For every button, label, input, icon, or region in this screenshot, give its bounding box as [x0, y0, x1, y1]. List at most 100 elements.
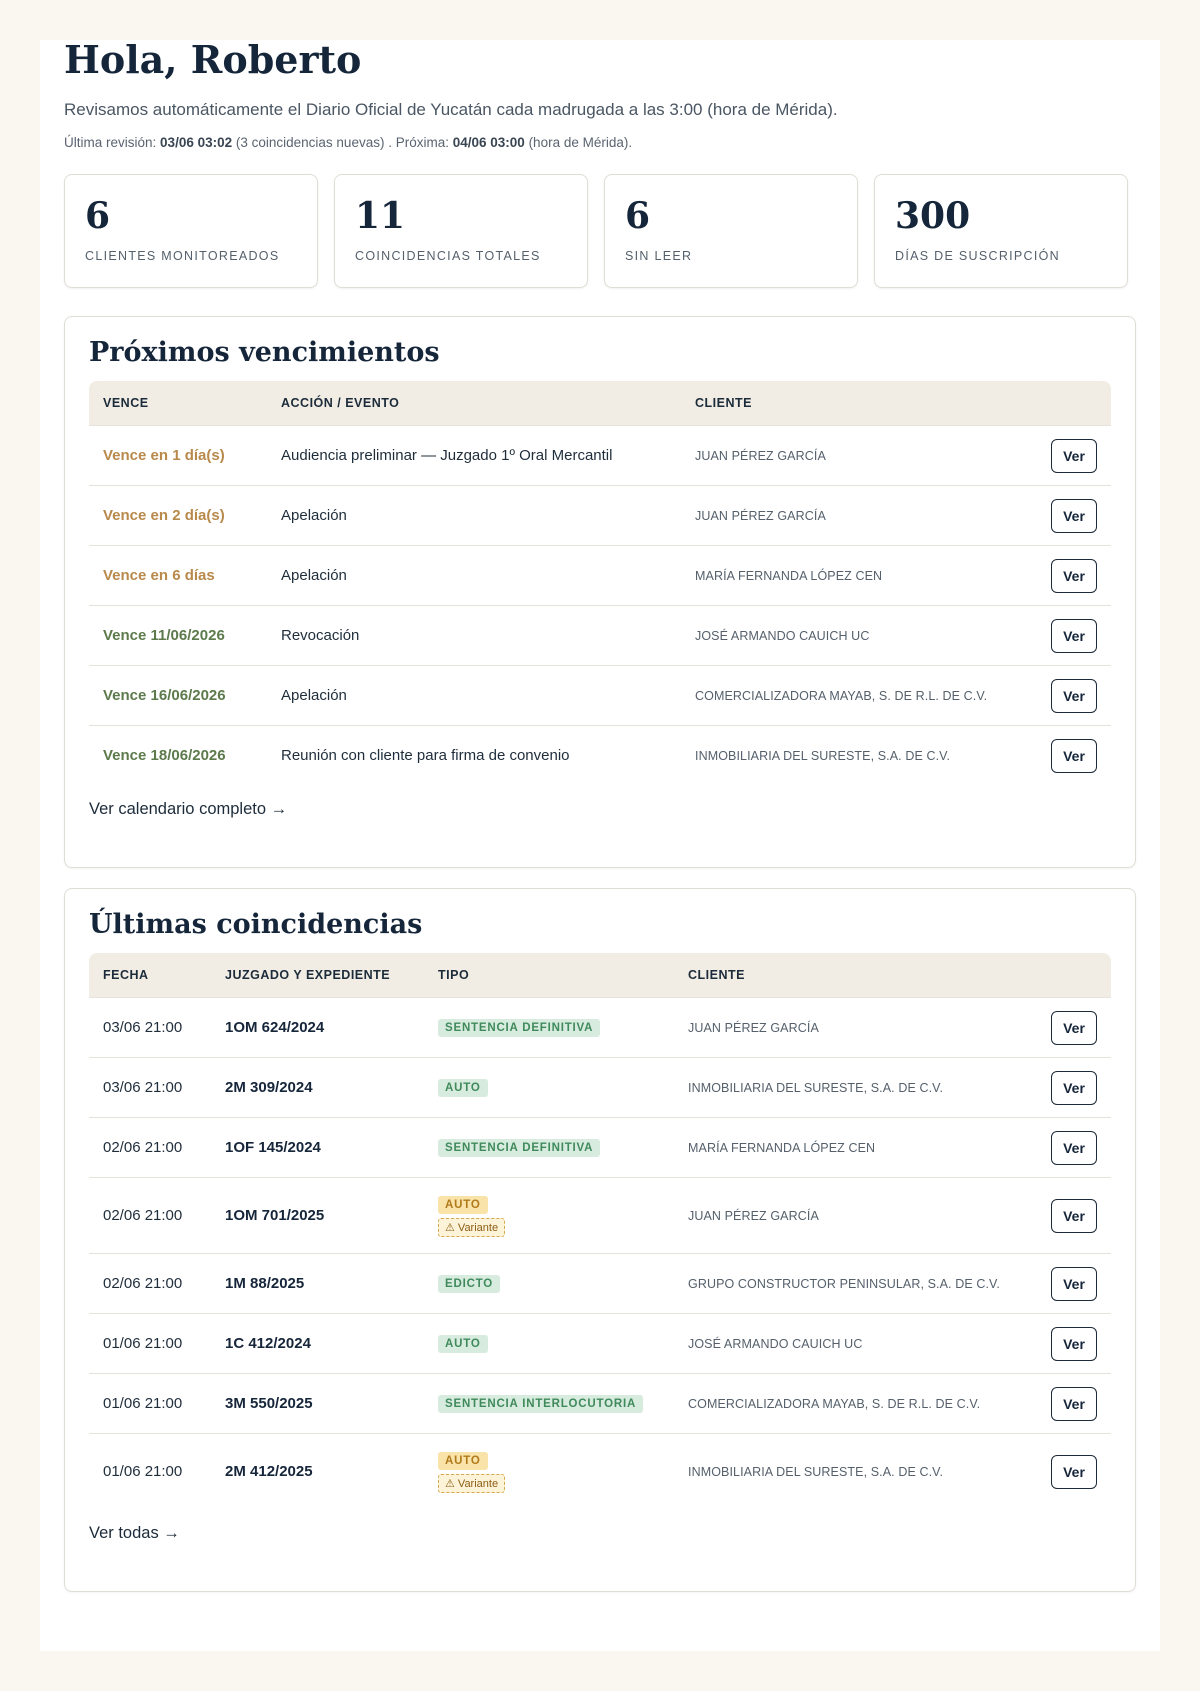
table-row: 02/06 21:00 1OF 145/2024 SENTENCIA DEFINIT…	[89, 1117, 1111, 1178]
variante-badge: ⚠ Variante	[438, 1217, 506, 1237]
cliente-cell: MARÍA FERNANDA LÓPEZ CEN	[674, 1117, 1037, 1178]
variante-badge: ⚠ Variante	[438, 1473, 506, 1493]
stat-label: SIN LEER	[625, 249, 693, 263]
table-row: Vence en 1 día(s) Audiencia preliminar — …	[89, 425, 1111, 486]
fecha-cell: 03/06 21:00	[89, 1057, 211, 1118]
review-status: Última revisión: 03/06 03:02 (3 coincide…	[64, 134, 1136, 152]
action-cell: Ver	[1037, 1057, 1111, 1118]
vence-cell: Vence en 6 días	[89, 545, 267, 606]
cliente-cell: JUAN PÉREZ GARCÍA	[681, 485, 1037, 546]
tipo-cell: SENTENCIA DEFINITIVA	[424, 997, 674, 1058]
ver-button[interactable]: Ver	[1051, 1070, 1097, 1105]
last-review-label: Última revisión:	[64, 135, 157, 150]
col-header-vence: VENCE	[103, 396, 149, 410]
cliente-cell: JOSÉ ARMANDO CAUICH UC	[674, 1313, 1037, 1374]
ver-button[interactable]: Ver	[1051, 1198, 1097, 1233]
vence-cell: Vence 11/06/2026	[89, 605, 267, 666]
tipo-badge: SENTENCIA DEFINITIVA	[438, 1019, 601, 1037]
col-header-juzgado: JUZGADO Y EXPEDIENTE	[225, 968, 391, 982]
expediente-cell: 1M 88/2025	[211, 1253, 424, 1314]
tipo-cell: AUTO	[424, 1057, 674, 1118]
table-row: Vence 16/06/2026 Apelación COMERCIALIZADOR…	[89, 665, 1111, 726]
tipo-badge: AUTO	[438, 1195, 488, 1214]
action-cell: Ver	[1037, 425, 1111, 486]
stat-card-suscripcion: 300 DÍAS DE SUSCRIPCIÓN	[874, 174, 1128, 288]
tipo-badge: SENTENCIA DEFINITIVA	[438, 1139, 601, 1157]
calendar-link[interactable]: Ver calendario completo →	[89, 800, 287, 819]
ver-button[interactable]: Ver	[1051, 1386, 1097, 1421]
cliente-cell: INMOBILIARIA DEL SURESTE, S.A. DE C.V.	[674, 1057, 1037, 1118]
vence-cell: Vence en 1 día(s)	[89, 425, 267, 486]
stat-label: DÍAS DE SUSCRIPCIÓN	[895, 249, 1061, 263]
stat-card-clientes: 6 CLIENTES MONITOREADOS	[64, 174, 318, 288]
cliente-cell: INMOBILIARIA DEL SURESTE, S.A. DE C.V.	[674, 1433, 1037, 1510]
col-header-accion: ACCIÓN / EVENTO	[281, 396, 400, 410]
tipo-cell: SENTENCIA INTERLOCUTORIA	[424, 1373, 674, 1434]
ver-button[interactable]: Ver	[1051, 1326, 1097, 1361]
ver-todas-link[interactable]: Ver todas →	[89, 1524, 180, 1543]
expediente-cell: 3M 550/2025	[211, 1373, 424, 1434]
tipo-cell: EDICTO	[424, 1253, 674, 1314]
vencimientos-table: VENCE ACCIÓN / EVENTO CLIENTE Vence en 1…	[89, 381, 1111, 786]
last-review-note: (3 coincidencias nuevas) . Próxima:	[235, 135, 449, 150]
coincidencias-card: Últimas coincidencias FECHA JUZGADO Y EX…	[64, 888, 1136, 1592]
stat-value: 6	[625, 195, 651, 237]
ver-button[interactable]: Ver	[1051, 678, 1097, 713]
ver-button[interactable]: Ver	[1051, 738, 1097, 773]
col-header-tipo: TIPO	[438, 968, 470, 982]
tipo-cell: AUTO ⚠ Variante	[424, 1177, 674, 1254]
expediente-cell: 1C 412/2024	[211, 1313, 424, 1374]
cliente-cell: INMOBILIARIA DEL SURESTE, S.A. DE C.V.	[681, 725, 1037, 786]
col-header-actions	[1037, 381, 1111, 426]
accion-cell: Apelación	[267, 545, 681, 606]
action-cell: Ver	[1037, 1177, 1111, 1254]
dashboard: Hola, Roberto Revisamos automáticamente …	[64, 40, 1136, 1592]
table-row: 02/06 21:00 1OM 701/2025 AUTO ⚠ Variante JUA…	[89, 1177, 1111, 1254]
action-cell: Ver	[1037, 665, 1111, 726]
vence-text: Vence 16/06/2026	[103, 687, 226, 704]
fecha-cell: 02/06 21:00	[89, 1253, 211, 1314]
cliente-cell: COMERCIALIZADORA MAYAB, S. DE R.L. DE C.…	[681, 665, 1037, 726]
tipo-badge: AUTO	[438, 1335, 488, 1353]
ver-button[interactable]: Ver	[1051, 498, 1097, 533]
vence-text: Vence en 2 día(s)	[103, 507, 225, 524]
table-row: Vence 18/06/2026 Reunión con cliente para…	[89, 725, 1111, 786]
fecha-cell: 01/06 21:00	[89, 1433, 211, 1510]
vence-cell: Vence en 2 día(s)	[89, 485, 267, 546]
action-cell: Ver	[1037, 1117, 1111, 1178]
ver-button[interactable]: Ver	[1051, 618, 1097, 653]
expediente-cell: 1OF 145/2024	[211, 1117, 424, 1178]
ver-button[interactable]: Ver	[1051, 1454, 1097, 1489]
ver-button[interactable]: Ver	[1051, 558, 1097, 593]
vence-text: Vence 18/06/2026	[103, 747, 226, 765]
action-cell: Ver	[1037, 1313, 1111, 1374]
vence-text: Vence 11/06/2026	[103, 627, 225, 644]
table-header-row: VENCE ACCIÓN / EVENTO CLIENTE	[89, 381, 1111, 426]
action-cell: Ver	[1037, 1373, 1111, 1434]
table-row: 01/06 21:00 2M 412/2025 AUTO ⚠ Variante INMO…	[89, 1433, 1111, 1510]
accion-cell: Reunión con cliente para firma de conven…	[267, 725, 681, 786]
vence-cell: Vence 18/06/2026	[89, 725, 267, 786]
stat-value: 300	[895, 195, 971, 237]
ver-button[interactable]: Ver	[1051, 438, 1097, 473]
cliente-cell: JUAN PÉREZ GARCÍA	[674, 1177, 1037, 1254]
expediente-cell: 1OM 624/2024	[211, 997, 424, 1058]
table-row: 03/06 21:00 2M 309/2024 AUTO INMOBILIARIA D…	[89, 1057, 1111, 1118]
expediente-cell: 2M 309/2024	[211, 1057, 424, 1118]
coincidencias-title: Últimas coincidencias	[89, 909, 423, 940]
tipo-badge: AUTO	[438, 1079, 488, 1097]
ver-button[interactable]: Ver	[1051, 1266, 1097, 1301]
accion-cell: Apelación	[267, 485, 681, 546]
ver-button[interactable]: Ver	[1051, 1010, 1097, 1045]
cliente-cell: JOSÉ ARMANDO CAUICH UC	[681, 605, 1037, 666]
tipo-cell: AUTO ⚠ Variante	[424, 1433, 674, 1510]
vencimientos-card: Próximos vencimientos VENCE ACCIÓN / EVE…	[64, 316, 1136, 868]
last-review-value: 03/06 03:02	[160, 135, 233, 150]
tipo-cell: SENTENCIA DEFINITIVA	[424, 1117, 674, 1178]
fecha-cell: 02/06 21:00	[89, 1117, 211, 1178]
table-row: 03/06 21:00 1OM 624/2024 SENTENCIA DEFINIT…	[89, 997, 1111, 1058]
ver-button[interactable]: Ver	[1051, 1130, 1097, 1165]
greeting-title: Hola, Roberto	[64, 37, 362, 82]
stat-label: COINCIDENCIAS TOTALES	[355, 249, 541, 263]
table-row: Vence en 6 días Apelación MARÍA FERNANDA L…	[89, 545, 1111, 606]
